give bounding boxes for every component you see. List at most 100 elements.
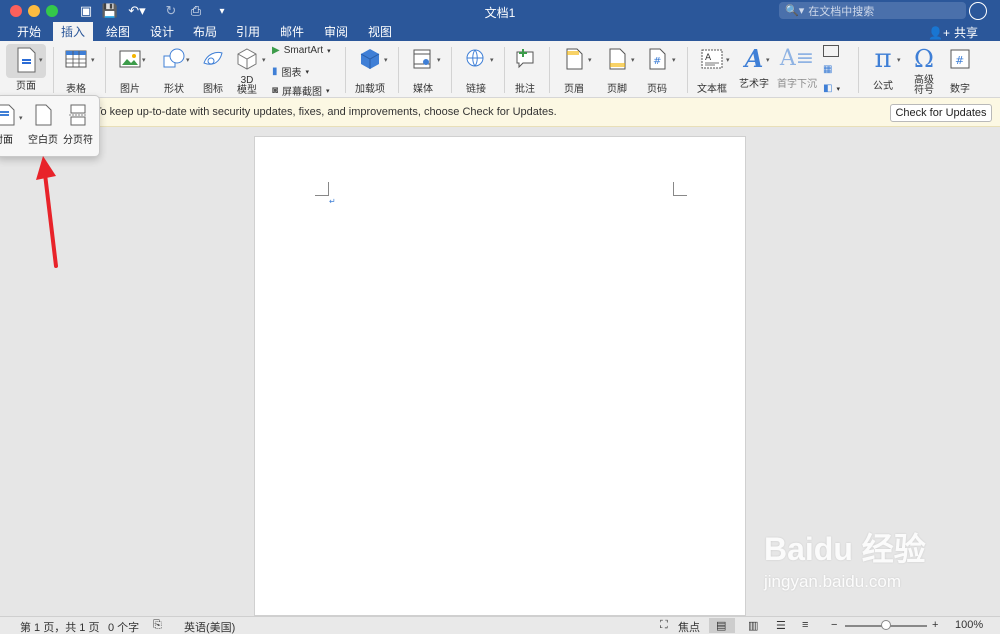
page-number-label: 页码 [647, 84, 667, 95]
zoom-slider-thumb[interactable] [881, 620, 891, 630]
signature-line-button[interactable] [823, 45, 839, 57]
link-button[interactable]: 链接 [456, 47, 496, 95]
blank-page-item[interactable]: 空白页 [27, 104, 59, 146]
tab-home[interactable]: 开始 [10, 22, 48, 41]
smartart-button[interactable]: ▶ SmartArt ▾ [272, 45, 331, 56]
page-number-button[interactable]: # 页码 [640, 47, 674, 95]
ribbon-separator [53, 47, 54, 93]
camera-icon: ◙ [272, 85, 279, 96]
media-label: 媒体 [413, 84, 433, 95]
page-count-status[interactable]: 第 1 页，共 1 页 [20, 619, 99, 634]
picture-dropdown-arrow[interactable]: ▾ [142, 56, 146, 64]
model3d-label: 3D 模型 [237, 75, 257, 96]
dropcap-label: 首字下沉 [777, 79, 817, 90]
margin-corner-top-left [315, 182, 329, 196]
smartart-dropdown-arrow: ▾ [327, 47, 331, 55]
wordart-label: 艺术字 [739, 79, 769, 90]
link-label: 链接 [466, 84, 486, 95]
model3d-dropdown-arrow[interactable]: ▾ [262, 56, 266, 64]
equation-button[interactable]: π 公式 [863, 44, 903, 92]
page-break-item[interactable]: 分页符 [61, 104, 95, 146]
screenshot-button[interactable]: ◙ 屏幕截图 ▾ [272, 83, 330, 98]
shapes-icon [163, 48, 185, 68]
tab-review[interactable]: 审阅 [317, 22, 355, 41]
number-icon: # [950, 49, 970, 69]
link-dropdown-arrow[interactable]: ▾ [490, 56, 494, 64]
tab-mailings[interactable]: 邮件 [273, 22, 311, 41]
tab-references[interactable]: 引用 [229, 22, 267, 41]
model3d-button[interactable]: 3D 模型 [232, 47, 262, 96]
wordart-dropdown-arrow[interactable]: ▾ [766, 56, 770, 64]
media-button[interactable]: 媒体 [403, 47, 443, 95]
search-field[interactable]: 🔍▾ 在文档中搜索 [779, 2, 966, 19]
cover-dropdown-arrow[interactable]: ▾ [19, 114, 23, 122]
page-number-icon: # [649, 48, 666, 70]
ribbon-separator [504, 47, 505, 93]
ribbon-separator [451, 47, 452, 93]
zoom-percent[interactable]: 100% [955, 619, 983, 631]
page-dropdown-arrow[interactable]: ▾ [39, 56, 43, 64]
page-number-dropdown-arrow[interactable]: ▾ [672, 56, 676, 64]
footer-button[interactable]: 页脚 [597, 47, 637, 95]
cover-page-label: 封面 [0, 135, 13, 146]
document-page[interactable]: ↵ [254, 136, 746, 616]
chart-button[interactable]: ▮ 图表 ▾ [272, 64, 309, 79]
zoom-in-button[interactable]: + [932, 619, 938, 631]
comment-label: 批注 [515, 84, 535, 95]
dropcap-icon: A≡ [779, 46, 815, 71]
header-button[interactable]: 页眉 [554, 47, 594, 95]
focus-icon[interactable]: ⛶ [660, 619, 668, 632]
footer-dropdown-arrow[interactable]: ▾ [631, 56, 635, 64]
web-layout-icon[interactable]: ▥ [748, 619, 758, 632]
textbox-button[interactable]: A 文本框 [692, 47, 732, 95]
number-button[interactable]: # 数字 [943, 47, 977, 95]
omega-icon: Ω [914, 45, 934, 73]
textbox-dropdown-arrow[interactable]: ▾ [726, 56, 730, 64]
wordart-button[interactable]: A 艺术字 [735, 45, 773, 91]
draft-view-icon[interactable]: ≡ [802, 619, 808, 631]
advanced-symbol-button[interactable]: Ω 高级 符号 [905, 44, 943, 96]
dropcap-button[interactable]: A≡ 首字下沉 [776, 45, 818, 90]
icons-button[interactable]: 图标 [198, 47, 228, 95]
tab-layout[interactable]: 布局 [186, 22, 224, 41]
tab-draw[interactable]: 绘图 [99, 22, 137, 41]
smartart-icon: ▶ [272, 45, 280, 56]
tab-view[interactable]: 视图 [361, 22, 399, 41]
share-label: 共享 [953, 26, 978, 40]
header-dropdown-arrow[interactable]: ▾ [588, 56, 592, 64]
outline-view-icon[interactable]: ☰ [776, 619, 786, 632]
svg-text:#: # [653, 56, 661, 67]
calendar-icon: ▦ [823, 64, 833, 75]
zoom-out-button[interactable]: − [831, 619, 837, 631]
screenshot-dropdown-arrow: ▾ [326, 87, 330, 95]
cover-page-item[interactable]: 封面 [0, 104, 17, 146]
language-status[interactable]: 英语(美国) [184, 619, 235, 634]
table-dropdown-arrow[interactable]: ▾ [91, 56, 95, 64]
share-button[interactable]: 👤+ 共享 [928, 24, 978, 41]
shapes-label: 形状 [164, 84, 184, 95]
focus-label[interactable]: 焦点 [678, 619, 700, 634]
addins-button[interactable]: 加载项 [350, 47, 390, 95]
equation-dropdown-arrow[interactable]: ▾ [897, 56, 901, 64]
feedback-smiley-icon[interactable] [969, 2, 987, 20]
cube-icon [237, 48, 257, 70]
shapes-button[interactable]: 形状 [154, 47, 194, 95]
search-icon: 🔍▾ [785, 5, 805, 17]
object-dropdown-arrow: ▾ [836, 85, 840, 93]
media-dropdown-arrow[interactable]: ▾ [437, 56, 441, 64]
print-layout-icon: ▤ [716, 620, 727, 632]
tab-insert[interactable]: 插入 [53, 22, 93, 41]
comment-button[interactable]: 批注 [507, 47, 543, 95]
shapes-dropdown-arrow[interactable]: ▾ [186, 56, 190, 64]
object-button[interactable]: ◧ ▾ [823, 83, 840, 94]
picture-button[interactable]: 图片 [110, 47, 150, 95]
check-for-updates-button[interactable]: Check for Updates [890, 104, 992, 122]
table-button[interactable]: 表格 [58, 47, 94, 95]
date-time-button[interactable]: ▦ [823, 64, 832, 75]
svg-text:#: # [955, 54, 964, 67]
tab-design[interactable]: 设计 [143, 22, 181, 41]
word-count-status[interactable]: 0 个字 [108, 619, 139, 634]
proofing-icon[interactable]: ⎘ [153, 619, 162, 632]
addins-dropdown-arrow[interactable]: ▾ [384, 56, 388, 64]
addins-icon [360, 49, 380, 69]
